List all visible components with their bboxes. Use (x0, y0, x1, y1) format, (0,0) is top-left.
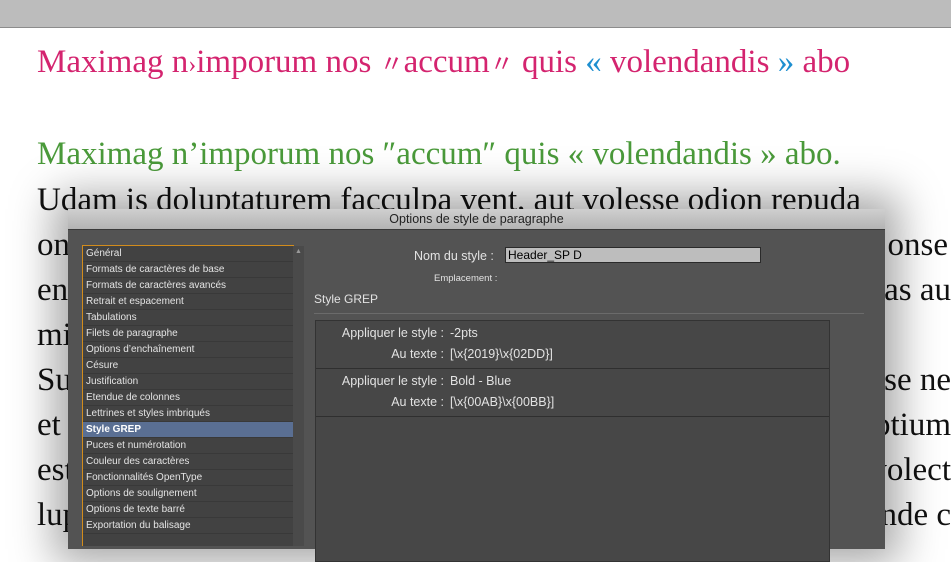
body-right-fragment: ptium (873, 407, 951, 443)
category-item-strikethrough-options[interactable]: Options de texte barré (83, 502, 293, 518)
document-line-magenta: Maximag n›imporum nos 〃accum〃 quis « vol… (37, 44, 850, 83)
to-text-label: Au texte : (391, 347, 444, 361)
paragraph-style-options-dialog: Options de style de paragraphe Général F… (68, 209, 885, 562)
category-item-export-tagging[interactable]: Exportation du balisage (83, 518, 293, 534)
category-item-bullets-numbering[interactable]: Puces et numérotation (83, 438, 293, 454)
to-text-value[interactable]: [\x{2019}\x{02DD}] (450, 347, 553, 361)
scroll-up-arrow-icon[interactable]: ▲ (293, 246, 304, 258)
location-label: Emplacement : (434, 273, 498, 284)
body-right-fragment: nde c (880, 497, 951, 533)
category-item-tabs[interactable]: Tabulations (83, 310, 293, 326)
text-run: volendandis (601, 44, 778, 80)
body-left-fragment: en (37, 272, 69, 308)
text-run: imporum nos (196, 44, 380, 80)
text-run: abo (794, 44, 851, 80)
text-run-quote: 〃 (379, 52, 404, 78)
category-list-scrollbar[interactable]: ▲ (293, 246, 304, 546)
category-item-justification[interactable]: Justification (83, 374, 293, 390)
text-run-quote: 〃 (489, 52, 514, 78)
category-item-hyphenation[interactable]: Césure (83, 358, 293, 374)
style-name-label: Nom du style : (414, 249, 494, 263)
category-item-keep-options[interactable]: Options d’enchaînement (83, 342, 293, 358)
category-item-paragraph-rules[interactable]: Filets de paragraphe (83, 326, 293, 342)
apply-style-label: Appliquer le style : (341, 326, 444, 340)
text-run: Maximag n (37, 44, 189, 80)
category-item-basic-character-formats[interactable]: Formats de caractères de base (83, 262, 293, 278)
category-item-advanced-character-formats[interactable]: Formats de caractères avancés (83, 278, 293, 294)
grep-rule[interactable]: Appliquer le style : -2pts Au texte : [\x{… (316, 321, 829, 369)
category-item-character-color[interactable]: Couleur des caractères (83, 454, 293, 470)
dialog-title[interactable]: Options de style de paragraphe (68, 209, 885, 230)
body-left-fragment: on (37, 227, 70, 263)
style-name-input[interactable]: Header_SP D (505, 247, 761, 263)
to-text-label: Au texte : (391, 395, 444, 409)
category-item-general[interactable]: Général (83, 246, 293, 262)
section-divider (314, 313, 864, 314)
apply-style-label: Appliquer le style : (341, 374, 444, 388)
text-run: accum (403, 44, 490, 80)
apply-style-value[interactable]: Bold - Blue (450, 374, 511, 388)
body-left-fragment: mi (37, 317, 72, 353)
category-item-drop-caps[interactable]: Lettrines et styles imbriqués (83, 406, 293, 422)
category-item-grep-style[interactable]: Style GREP (83, 422, 293, 438)
text-run: quis (513, 44, 586, 80)
category-item-opentype[interactable]: Fonctionnalités OpenType (83, 470, 293, 486)
body-right-fragment: as au (884, 272, 951, 308)
top-toolbar (0, 0, 951, 28)
body-left-fragment: et (37, 407, 61, 443)
category-item-underline-options[interactable]: Options de soulignement (83, 486, 293, 502)
body-right-fragment: se ne (884, 362, 951, 398)
category-item-span-columns[interactable]: Etendue de colonnes (83, 390, 293, 406)
grep-rules-list[interactable]: Appliquer le style : -2pts Au texte : [\x{… (315, 320, 830, 562)
body-right-fragment: onse (887, 227, 949, 263)
section-title: Style GREP (314, 292, 379, 306)
text-run-guillemet: « (585, 44, 602, 80)
to-text-value[interactable]: [\x{00AB}\x{00BB}] (450, 395, 554, 409)
body-left-fragment: Su (37, 362, 72, 398)
category-item-indents-spacing[interactable]: Retrait et espacement (83, 294, 293, 310)
document-line-green: Maximag n’imporum nos ″accum″ quis « vol… (37, 136, 841, 172)
text-run-guillemet: » (777, 44, 795, 80)
apply-style-value[interactable]: -2pts (450, 326, 478, 340)
category-list[interactable]: Général Formats de caractères de base Fo… (82, 245, 294, 546)
grep-rule[interactable]: Appliquer le style : Bold - Blue Au texte… (316, 369, 829, 417)
